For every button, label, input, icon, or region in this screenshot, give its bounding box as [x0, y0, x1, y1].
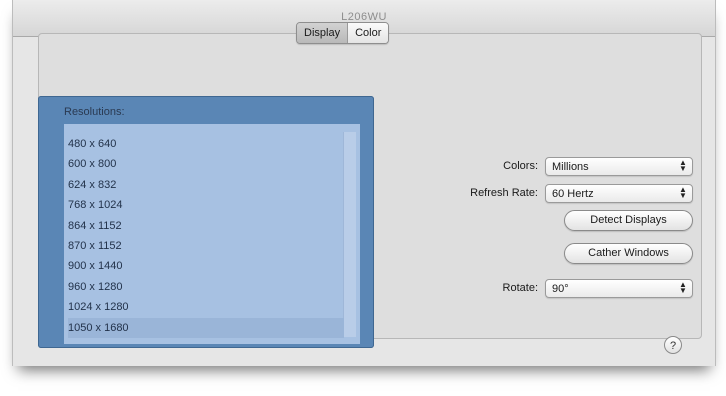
resolution-list-item[interactable]: 480 x 640 — [68, 134, 344, 154]
resolutions-scrollbar[interactable] — [343, 132, 356, 337]
refresh-rate-popup[interactable]: 60 Hertz ▲ ▼ — [545, 184, 693, 203]
resolution-list-item[interactable]: 870 x 1152 — [68, 236, 344, 256]
resolutions-list[interactable]: 480 x 640 600 x 800 624 x 832 768 x 1024 864… — [64, 124, 360, 344]
resolution-list-item[interactable]: 600 x 800 — [68, 154, 344, 174]
rotate-popup[interactable]: 90° ▲ ▼ — [545, 279, 693, 298]
refresh-rate-label: Refresh Rate: — [470, 187, 538, 199]
rotate-label: Rotate: — [502, 282, 538, 294]
resolution-list-item[interactable]: 1050 x 1680 — [68, 317, 344, 338]
updown-arrows-icon: ▲ ▼ — [679, 185, 687, 200]
colors-label: Colors: — [503, 160, 538, 172]
resolution-list-item[interactable]: 960 x 1280 — [68, 277, 344, 297]
tab-display[interactable]: Display — [297, 23, 348, 43]
colors-popup[interactable]: Millions ▲ ▼ — [545, 157, 693, 176]
resolution-list-item[interactable]: 864 x 1152 — [68, 216, 344, 236]
help-button[interactable]: ? — [664, 336, 682, 354]
updown-arrows-icon: ▲ ▼ — [679, 158, 687, 173]
resolution-list-item[interactable]: 624 x 832 — [68, 175, 344, 195]
updown-arrows-icon: ▲ ▼ — [679, 280, 687, 295]
refresh-rate-value: 60 Hertz — [552, 188, 594, 200]
colors-value: Millions — [552, 161, 589, 173]
resolution-list-item[interactable]: 768 x 1024 — [68, 195, 344, 215]
resolution-list-item[interactable]: 1024 x 1280 — [68, 297, 344, 317]
tab-color[interactable]: Color — [347, 23, 389, 43]
tab-switcher: Display Color — [296, 22, 390, 44]
rotate-value: 90° — [552, 283, 569, 295]
gather-windows-button[interactable]: Cather Windows — [564, 243, 693, 264]
resolutions-label: Resolutions: — [64, 106, 125, 118]
detect-displays-button[interactable]: Detect Displays — [564, 210, 693, 231]
resolution-list-item[interactable]: 900 x 1440 — [68, 256, 344, 276]
